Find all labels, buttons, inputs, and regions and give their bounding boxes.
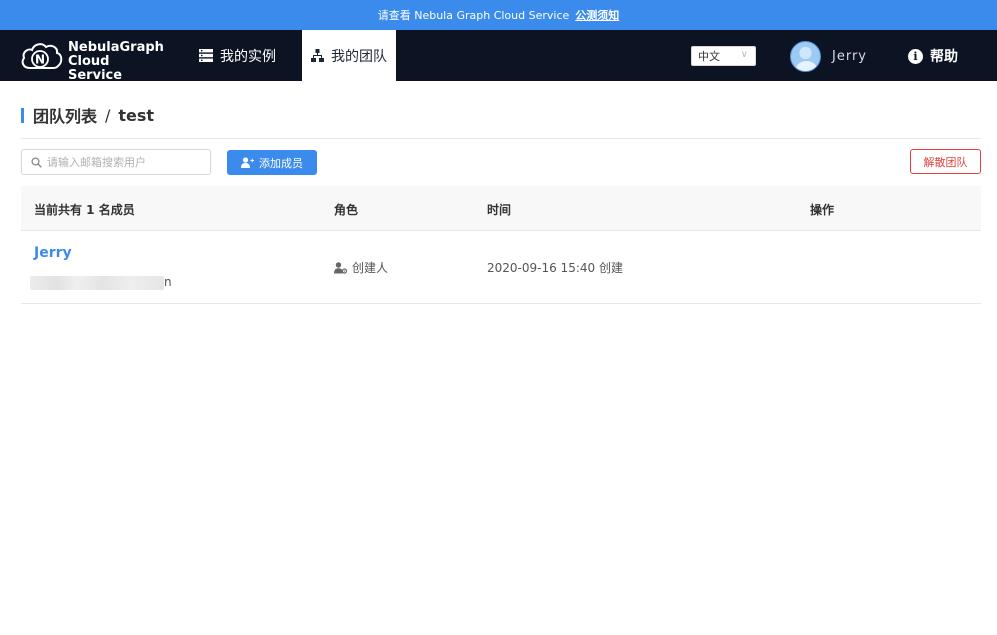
- disband-team-label: 解散团队: [923, 155, 968, 169]
- help-label: 帮助: [930, 49, 958, 65]
- member-time: 2020-09-16 15:40 创建: [487, 261, 623, 275]
- page-title: 团队列表 / test: [21, 105, 155, 126]
- user-menu[interactable]: Jerry: [790, 40, 867, 72]
- member-role: 创建人: [334, 259, 388, 276]
- disband-team-button[interactable]: 解散团队: [910, 149, 981, 174]
- chevron-down-icon: ∨: [740, 49, 748, 60]
- table-header: 当前共有 1 名成员 角色 时间 操作: [21, 186, 981, 231]
- member-role-label: 创建人: [352, 261, 389, 275]
- title-accent-bar: [21, 107, 24, 123]
- announcement-link[interactable]: 公测须知: [575, 7, 619, 23]
- help-link[interactable]: i 帮助: [908, 46, 958, 66]
- top-navbar: N NebulaGraph Cloud Service 我的实例 我的团队 中文…: [0, 30, 997, 83]
- announcement-bar: 请查看 Nebula Graph Cloud Service 公测须知: [0, 0, 997, 30]
- breadcrumb-root: 团队列表: [33, 107, 98, 126]
- member-email-redacted: [30, 276, 164, 290]
- nav-my-instances-label: 我的实例: [220, 48, 276, 65]
- svg-text:N: N: [35, 53, 45, 67]
- breadcrumb-team-name: test: [118, 105, 155, 125]
- logo-line-2: Cloud Service: [68, 54, 123, 83]
- search-icon: [31, 156, 42, 168]
- logo-text: NebulaGraph Cloud Service: [68, 41, 164, 83]
- table-row: Jerry n 创建人 2020-09-16 15:40 创建: [21, 231, 981, 304]
- search-box[interactable]: [21, 149, 211, 175]
- column-header-actions: 操作: [810, 203, 835, 217]
- nav-my-team[interactable]: 我的团队: [302, 30, 396, 81]
- add-user-icon: [241, 157, 254, 168]
- language-select[interactable]: 中文 ∨: [691, 46, 756, 66]
- add-member-label: 添加成员: [259, 156, 303, 170]
- server-icon: [199, 49, 213, 62]
- breadcrumb-separator: /: [105, 105, 111, 125]
- members-table: 当前共有 1 名成员 角色 时间 操作 Jerry n 创建人 2020-09-…: [21, 186, 981, 304]
- avatar: [790, 40, 821, 72]
- language-value: 中文: [698, 50, 720, 63]
- logo[interactable]: N NebulaGraph Cloud Service: [20, 41, 164, 83]
- member-email-tail: n: [164, 275, 172, 289]
- user-name: Jerry: [832, 48, 867, 64]
- column-header-members: 当前共有 1 名成员: [34, 203, 135, 217]
- divider: [21, 138, 981, 139]
- member-name-link[interactable]: Jerry: [34, 245, 72, 261]
- column-header-role: 角色: [334, 203, 359, 217]
- team-icon: [311, 49, 324, 62]
- search-input[interactable]: [47, 155, 207, 169]
- add-member-button[interactable]: 添加成员: [227, 150, 317, 175]
- user-gear-icon: [334, 261, 347, 274]
- cloud-logo-icon: N: [21, 43, 63, 69]
- announcement-text: 请查看 Nebula Graph Cloud Service: [377, 9, 570, 22]
- nav-my-team-label: 我的团队: [331, 48, 387, 65]
- nav-my-instances[interactable]: 我的实例: [190, 30, 285, 81]
- info-icon: i: [908, 48, 923, 64]
- logo-line-1: NebulaGraph: [68, 40, 164, 55]
- column-header-time: 时间: [487, 203, 512, 217]
